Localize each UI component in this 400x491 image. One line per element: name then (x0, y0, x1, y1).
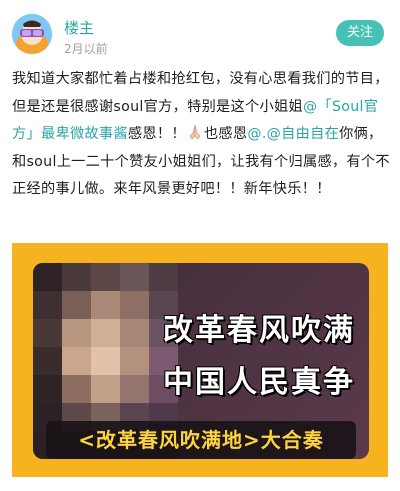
author-name[interactable]: 楼主 (64, 17, 94, 38)
mention-ziyou-zizai[interactable]: @.@自由自在 (247, 126, 339, 142)
avatar[interactable] (12, 14, 52, 54)
cartoon-avatar-icon (12, 14, 52, 54)
post-image[interactable]: 改革春风吹满 中国人民真争 <改革春风吹满地>大合奏 (12, 243, 388, 477)
video-subtitle: <改革春风吹满地>大合奏 (46, 421, 356, 459)
follow-button[interactable]: 关注 (336, 20, 384, 46)
praying-hands-emoji (186, 123, 204, 140)
post-body: 我知道大家都忙着占楼和抢红包，没有心思看我们的节目，但是还是很感谢soul官方，… (12, 66, 392, 204)
post-text-2: 感恩！！ (127, 126, 186, 142)
post-header: 楼主 2月以前 关注 (0, 0, 400, 64)
post-text-3: 也感恩 (203, 126, 248, 142)
headline-line-1: 改革春风吹满 (163, 313, 355, 348)
headline-line-2: 中国人民真争 (163, 365, 355, 400)
post-time: 2月以前 (64, 42, 108, 56)
